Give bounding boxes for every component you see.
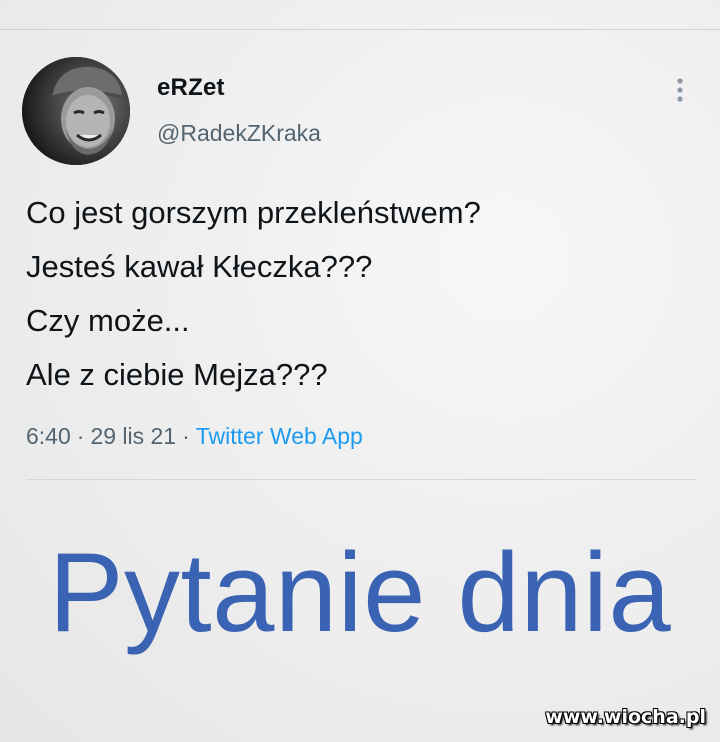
tweet-time[interactable]: 6:40 [26, 423, 71, 449]
tweet-date[interactable]: 29 lis 21 [90, 423, 176, 449]
avatar-photo [22, 57, 130, 165]
site-watermark: www.wiocha.pl [545, 706, 706, 728]
caption-headline: Pytanie dnia [48, 530, 672, 655]
meme-page: eRZet @RadekZKraka Co jest gorszym przek… [0, 0, 720, 742]
tweet-line: Czy może... [26, 303, 190, 338]
meta-separator: · [182, 423, 190, 449]
tweet-meta: 6:40 · 29 lis 21 · Twitter Web App [26, 423, 363, 450]
tweet-source-link[interactable]: Twitter Web App [196, 423, 363, 449]
meta-separator: · [76, 423, 85, 449]
top-divider [0, 29, 720, 30]
display-name[interactable]: eRZet [157, 74, 225, 102]
user-handle[interactable]: @RadekZKraka [157, 120, 321, 147]
tweet-line: Ale z ciebie Mejza??? [26, 357, 328, 392]
meta-divider [26, 479, 696, 480]
tweet-text: Co jest gorszym przekleństwem? Jesteś ka… [26, 186, 706, 402]
tweet-line: Jesteś kawał Kłeczka??? [26, 249, 373, 284]
tweet-line: Co jest gorszym przekleństwem? [26, 195, 481, 230]
more-vertical-icon[interactable] [668, 76, 692, 104]
avatar[interactable] [22, 57, 130, 165]
